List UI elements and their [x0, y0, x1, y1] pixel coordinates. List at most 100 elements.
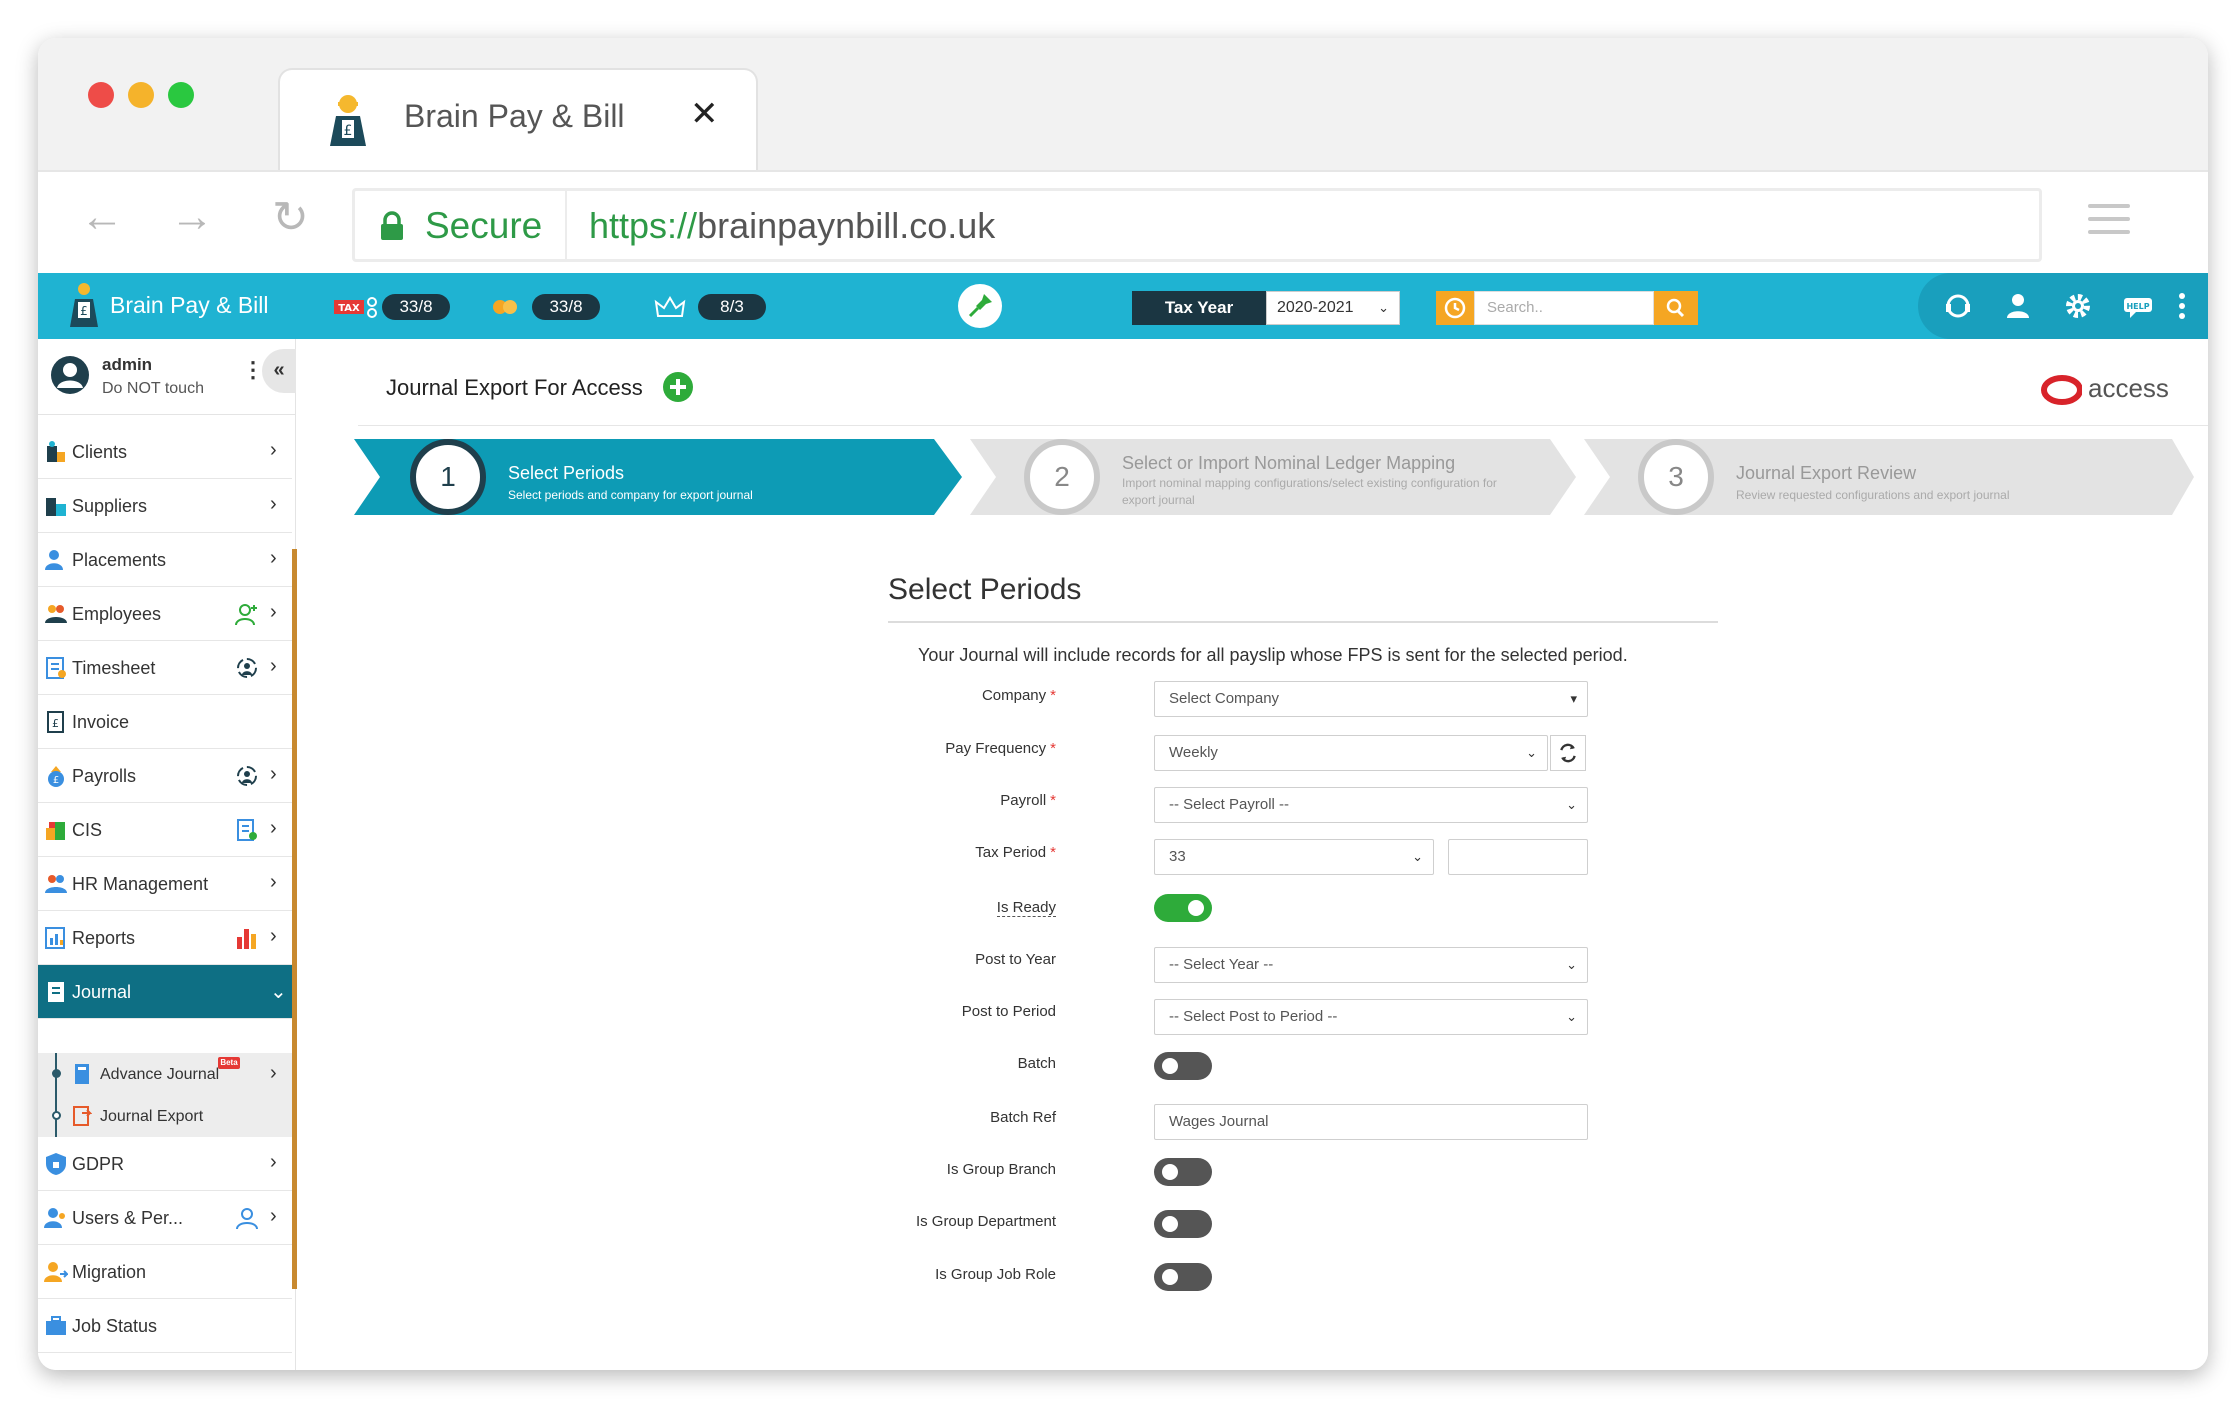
- tab-close-icon[interactable]: ✕: [690, 94, 719, 134]
- invoice-icon: £: [47, 711, 64, 733]
- tab-title: Brain Pay & Bill: [404, 98, 625, 134]
- step-1-number[interactable]: 1: [410, 439, 486, 515]
- sidebar-item-gdpr[interactable]: GDPR ›: [38, 1137, 292, 1191]
- step-3-number[interactable]: 3: [1638, 439, 1714, 515]
- recent-search-button[interactable]: [1436, 291, 1474, 325]
- chevron-right-icon: ›: [270, 547, 277, 569]
- secure-label: Secure: [425, 205, 543, 246]
- browser-tab[interactable]: £ Brain Pay & Bill ✕: [278, 68, 758, 183]
- sidebar-item-label: Suppliers: [72, 496, 148, 516]
- search-button[interactable]: [1654, 291, 1698, 325]
- sidebar-item-label: Timesheet: [72, 658, 156, 678]
- batch-toggle[interactable]: [1154, 1052, 1212, 1080]
- chevron-right-icon: ›: [270, 655, 277, 677]
- sidebar-item-employees[interactable]: Employees ›: [38, 587, 292, 641]
- address-bar[interactable]: Secure https://brainpaynbill.co.uk: [352, 188, 2042, 262]
- group-job-role-toggle[interactable]: [1154, 1263, 1212, 1291]
- sidebar-item-label: CIS: [72, 820, 103, 840]
- reload-icon[interactable]: ↻: [272, 192, 309, 243]
- collapse-sidebar-button[interactable]: «: [262, 349, 296, 393]
- sidebar-item-clients[interactable]: Clients ›: [38, 425, 292, 479]
- bar-chart-icon[interactable]: [234, 925, 260, 951]
- back-arrow-icon[interactable]: ←: [80, 192, 124, 242]
- close-window-button[interactable]: [88, 82, 114, 108]
- tax-year-select[interactable]: 2020-2021 ⌄: [1266, 291, 1400, 325]
- app-header: £ Brain Pay & Bill TAX 33/8 33/8 8/3 Tax…: [38, 273, 2208, 339]
- payroll-sync-icon[interactable]: [234, 763, 260, 789]
- sidebar-item-job-status[interactable]: Job Status: [38, 1299, 292, 1353]
- sidebar-item-migration[interactable]: Migration: [38, 1245, 292, 1299]
- add-icon[interactable]: [662, 371, 694, 403]
- step-2-number[interactable]: 2: [1024, 439, 1100, 515]
- minimize-window-button[interactable]: [128, 82, 154, 108]
- post-to-period-value: -- Select Post to Period --: [1169, 1008, 1338, 1025]
- sidebar-item-cis[interactable]: CIS ›: [38, 803, 292, 857]
- sidebar-item-timesheet[interactable]: Timesheet ›: [38, 641, 292, 695]
- sidebar-item-payrolls[interactable]: £ Payrolls ›: [38, 749, 292, 803]
- user-icon[interactable]: [2002, 290, 2034, 322]
- timesheet-icon: [46, 657, 66, 679]
- user-menu-icon[interactable]: ⋮: [242, 357, 264, 383]
- sidebar-item-hr-management[interactable]: HR Management ›: [38, 857, 292, 911]
- batch-ref-input[interactable]: Wages Journal: [1154, 1104, 1588, 1140]
- tax-period-label-text: Tax Period: [975, 844, 1047, 861]
- company-select[interactable]: Select Company ▾: [1154, 681, 1588, 717]
- required-mark: *: [1050, 740, 1056, 757]
- step-2-title[interactable]: Select or Import Nominal Ledger Mapping: [1122, 453, 1455, 474]
- user-permissions-icon[interactable]: [234, 1205, 260, 1231]
- pin-button[interactable]: [958, 284, 1002, 328]
- chevron-right-icon: ›: [270, 1062, 277, 1084]
- tax-period-select[interactable]: 33 ⌄: [1154, 839, 1434, 875]
- hamburger-menu-icon[interactable]: [2088, 204, 2130, 243]
- svg-text:£: £: [344, 123, 353, 139]
- user-profile[interactable]: admin Do NOT touch ⋮ «: [38, 339, 296, 415]
- sidebar-item-reports[interactable]: Reports ›: [38, 911, 292, 965]
- clients-icon: [47, 441, 65, 462]
- submenu-item-advance-journal[interactable]: Advance Journal Beta ›: [38, 1053, 292, 1095]
- support-icon[interactable]: [1942, 290, 1974, 322]
- group-branch-toggle[interactable]: [1154, 1158, 1212, 1186]
- refresh-button[interactable]: [1550, 735, 1586, 771]
- advance-journal-icon: [75, 1064, 89, 1084]
- post-to-period-select[interactable]: -- Select Post to Period -- ⌄: [1154, 999, 1588, 1035]
- tax-period-extra-input[interactable]: [1448, 839, 1588, 875]
- sidebar-item-label: Employees: [72, 604, 162, 624]
- pay-frequency-label-text: Pay Frequency: [945, 740, 1047, 757]
- chevron-down-icon: ⌄: [1566, 957, 1577, 972]
- payroll-select[interactable]: -- Select Payroll -- ⌄: [1154, 787, 1588, 823]
- step-1-title[interactable]: Select Periods: [508, 463, 624, 484]
- sidebar-item-journal[interactable]: Journal ⌄: [38, 965, 292, 1019]
- kebab-menu-icon[interactable]: [2174, 290, 2190, 322]
- add-employee-icon[interactable]: [234, 601, 260, 627]
- pay-frequency-value: Weekly: [1169, 744, 1218, 761]
- maximize-window-button[interactable]: [168, 82, 194, 108]
- payroll-label: Payroll *: [1000, 792, 1056, 809]
- app-name[interactable]: Brain Pay & Bill: [110, 292, 269, 319]
- coins-icon: [493, 300, 517, 314]
- post-to-year-select[interactable]: -- Select Year -- ⌄: [1154, 947, 1588, 983]
- help-icon[interactable]: HELP: [2122, 290, 2154, 322]
- url-host: brainpaynbill.co.uk: [697, 205, 996, 246]
- sidebar-item-users[interactable]: Users & Per... ›: [38, 1191, 292, 1245]
- url-text[interactable]: https://brainpaynbill.co.uk: [589, 205, 995, 247]
- is-ready-toggle[interactable]: [1154, 894, 1212, 922]
- coins-stat-value: 33/8: [532, 294, 600, 320]
- pay-frequency-select[interactable]: Weekly ⌄: [1154, 735, 1548, 771]
- submenu-item-journal-export[interactable]: Journal Export: [38, 1095, 292, 1137]
- sidebar-item-label: Clients: [72, 442, 128, 462]
- employees-icon: [45, 605, 67, 623]
- group-department-toggle[interactable]: [1154, 1210, 1212, 1238]
- sidebar-item-suppliers[interactable]: Suppliers ›: [38, 479, 292, 533]
- search-input[interactable]: Search..: [1474, 291, 1654, 325]
- forward-arrow-icon[interactable]: →: [170, 192, 214, 242]
- gear-icon[interactable]: [2062, 290, 2094, 322]
- required-mark: *: [1050, 792, 1056, 809]
- brain-logo-icon[interactable]: £: [66, 281, 102, 327]
- sidebar-scrollbar[interactable]: [292, 549, 297, 1289]
- cis-document-icon[interactable]: [234, 817, 260, 843]
- step-3-title[interactable]: Journal Export Review: [1736, 463, 1916, 484]
- post-to-year-value: -- Select Year --: [1169, 956, 1274, 973]
- timesheet-sync-icon[interactable]: [234, 655, 260, 681]
- sidebar-item-invoice[interactable]: £ Invoice: [38, 695, 292, 749]
- sidebar-item-placements[interactable]: Placements ›: [38, 533, 292, 587]
